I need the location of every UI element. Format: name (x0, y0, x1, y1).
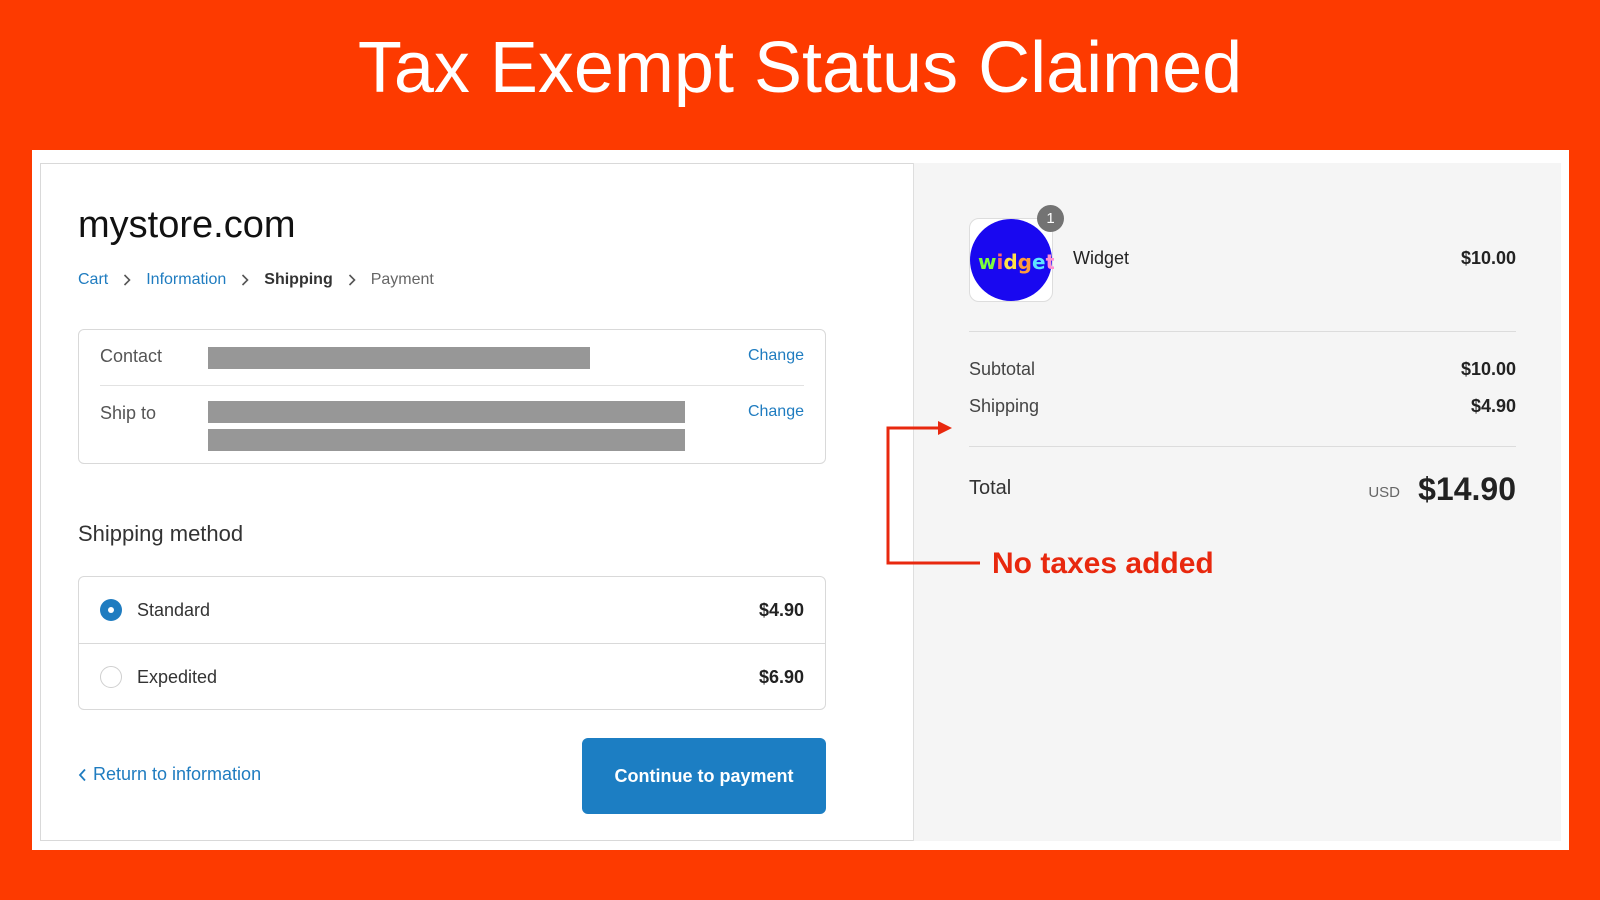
annotation-arrow-icon (886, 421, 980, 565)
ship-to-value-redacted-line-1 (208, 401, 685, 423)
item-name: Widget (1073, 248, 1130, 268)
contact-value-redacted (208, 347, 590, 369)
ship-to-label: Ship to (100, 403, 157, 423)
no-taxes-annotation: No taxes added (992, 547, 1214, 580)
return-to-information-link[interactable]: Return to information (78, 764, 261, 785)
widget-thumbnail: widget (970, 219, 1056, 301)
contact-label: Contact (100, 346, 163, 366)
shipping-option-expedited[interactable]: Expedited $6.90 (79, 643, 825, 710)
widget-logo-text: widget (978, 250, 1054, 274)
shipping-method-title: Shipping method (78, 521, 244, 546)
shipping-option-standard[interactable]: Standard $4.90 (79, 577, 825, 643)
chevron-right-icon (333, 271, 371, 289)
return-to-information-label: Return to information (93, 764, 262, 784)
continue-to-payment-button[interactable]: Continue to payment (582, 738, 826, 814)
shipping-option-price: $4.90 (758, 599, 804, 620)
radio-unselected-icon[interactable] (100, 666, 122, 688)
chevron-right-icon (108, 271, 146, 289)
shipping-cost-label: Shipping (969, 396, 1040, 416)
breadcrumb: Cart Information Shipping Payment (78, 268, 434, 292)
shipping-cost-value: $4.90 (1470, 396, 1516, 416)
quantity-badge: 1 (1037, 205, 1064, 232)
shipping-option-name: Standard (137, 599, 211, 620)
breadcrumb-information[interactable]: Information (146, 271, 226, 289)
product-thumbnail: widget (969, 218, 1056, 302)
change-contact-link[interactable]: Change (748, 347, 804, 365)
total-value: $14.90 (1418, 471, 1516, 507)
subtotal-value: $10.00 (1460, 359, 1516, 379)
chevron-left-icon (78, 768, 86, 781)
item-price: $10.00 (1460, 248, 1516, 268)
breadcrumb-cart[interactable]: Cart (78, 271, 108, 289)
breadcrumb-payment: Payment (370, 271, 434, 288)
total-currency: USD (1368, 484, 1400, 501)
shipping-option-name: Expedited (137, 666, 218, 687)
chevron-right-icon (226, 271, 264, 289)
breadcrumb-shipping: Shipping (264, 271, 333, 288)
change-ship-to-link[interactable]: Change (748, 403, 804, 421)
store-name[interactable]: mystore.com (78, 202, 295, 248)
summary-divider (969, 331, 1516, 332)
contact-shipping-review: Contact Change Ship to Change (78, 329, 826, 464)
shipping-method-options: Standard $4.90 Expedited $6.90 (78, 576, 826, 710)
summary-divider (969, 446, 1516, 447)
banner-title: Tax Exempt Status Claimed (357, 28, 1243, 108)
info-divider (100, 385, 804, 386)
subtotal-label: Subtotal (969, 359, 1036, 379)
radio-selected-icon[interactable] (100, 599, 122, 621)
ship-to-value-redacted-line-2 (208, 429, 685, 451)
shipping-option-price: $6.90 (758, 666, 804, 687)
